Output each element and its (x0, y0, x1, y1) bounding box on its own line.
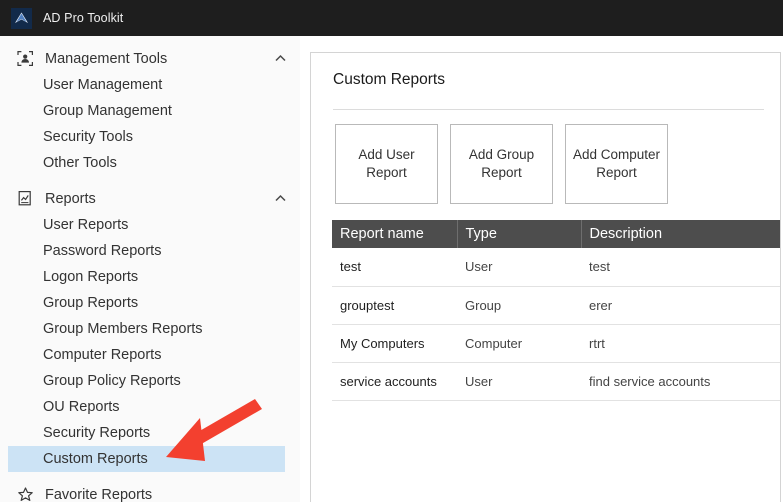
application-window: AD Pro Toolkit Management Tools User Man… (0, 0, 783, 502)
sidebar-item-user-management[interactable]: User Management (0, 72, 300, 98)
sidebar-group-spacer (0, 176, 300, 185)
table-row[interactable]: test User test (332, 248, 780, 287)
cell-description: test (581, 248, 780, 287)
sidebar-item-password-reports[interactable]: Password Reports (0, 238, 300, 264)
cell-report-name: service accounts (332, 362, 457, 401)
sidebar-item-security-tools[interactable]: Security Tools (0, 124, 300, 150)
cell-report-name: My Computers (332, 324, 457, 363)
sidebar-item-user-reports[interactable]: User Reports (0, 212, 300, 238)
chevron-up-icon[interactable] (272, 51, 288, 67)
star-icon (16, 485, 35, 502)
add-computer-report-button[interactable]: Add Computer Report (565, 124, 668, 204)
cell-description: find service accounts (581, 362, 780, 401)
add-user-report-button[interactable]: Add User Report (335, 124, 438, 204)
title-bar: AD Pro Toolkit (0, 0, 783, 36)
sidebar-group-label: Management Tools (45, 50, 168, 67)
table-body: test User test grouptest Group erer My C… (332, 248, 780, 401)
sidebar-group-reports[interactable]: Reports (0, 185, 300, 212)
sidebar-item-group-management[interactable]: Group Management (0, 98, 300, 124)
cell-type: Group (457, 286, 581, 325)
cell-type: Computer (457, 324, 581, 363)
sidebar-item-computer-reports[interactable]: Computer Reports (0, 342, 300, 368)
app-chevron-logo-icon (11, 7, 32, 29)
report-action-buttons: Add User Report Add Group Report Add Com… (311, 110, 780, 204)
table-row[interactable]: My Computers Computer rtrt (332, 324, 780, 363)
cell-type: User (457, 248, 581, 287)
table-row[interactable]: service accounts User find service accou… (332, 362, 780, 401)
sidebar-top-spacer (0, 36, 300, 45)
window-title: AD Pro Toolkit (43, 11, 124, 25)
add-group-report-button[interactable]: Add Group Report (450, 124, 553, 204)
sidebar-item-logon-reports[interactable]: Logon Reports (0, 264, 300, 290)
sidebar-navigation[interactable]: Management Tools User Management Group M… (0, 36, 300, 502)
sidebar-item-group-policy-reports[interactable]: Group Policy Reports (0, 368, 300, 394)
column-header-report-name[interactable]: Report name (332, 220, 458, 248)
column-header-description[interactable]: Description (581, 220, 780, 248)
sidebar-item-group-reports[interactable]: Group Reports (0, 290, 300, 316)
cell-report-name: test (332, 248, 457, 287)
chevron-up-icon[interactable] (272, 191, 288, 207)
custom-reports-table: Report name Type Description test User t… (332, 220, 780, 401)
page-title: Custom Reports (333, 71, 445, 88)
report-chart-icon (16, 189, 35, 208)
sidebar-group-favorite-reports[interactable]: Favorite Reports (0, 481, 300, 502)
content-panel: Custom Reports Add User Report Add Group… (310, 52, 781, 502)
sidebar-item-group-members-reports[interactable]: Group Members Reports (0, 316, 300, 342)
sidebar-group-label: Reports (45, 190, 96, 207)
user-frame-icon (16, 49, 35, 68)
cell-type: User (457, 362, 581, 401)
table-header: Report name Type Description (332, 220, 780, 248)
sidebar-item-security-reports[interactable]: Security Reports (0, 420, 300, 446)
table-header-row: Report name Type Description (332, 220, 780, 248)
cell-report-name: grouptest (332, 286, 457, 325)
sidebar-group-management-tools[interactable]: Management Tools (0, 45, 300, 72)
sidebar-group-label: Favorite Reports (45, 486, 153, 502)
column-header-type[interactable]: Type (457, 220, 582, 248)
sidebar-item-other-tools[interactable]: Other Tools (0, 150, 300, 176)
table-row[interactable]: grouptest Group erer (332, 286, 780, 325)
cell-description: erer (581, 286, 780, 325)
sidebar-item-ou-reports[interactable]: OU Reports (0, 394, 300, 420)
sidebar-group-spacer-2 (0, 472, 300, 481)
cell-description: rtrt (581, 324, 780, 363)
sidebar-item-custom-reports[interactable]: Custom Reports (8, 446, 285, 472)
